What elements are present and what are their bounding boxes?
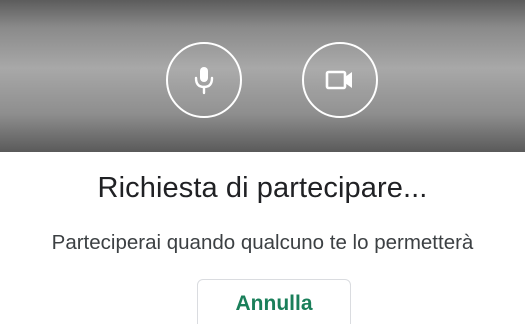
join-status-subtitle: Parteciperai quando qualcuno te lo perme… [51, 231, 474, 254]
video-camera-icon [325, 70, 352, 90]
video-preview [0, 0, 525, 152]
microphone-toggle-button[interactable] [166, 42, 242, 118]
join-status-title: Richiesta di partecipare... [97, 172, 428, 204]
microphone-icon [194, 67, 214, 95]
join-screen: Richiesta di partecipare... Parteciperai… [0, 0, 525, 324]
camera-toggle-button[interactable] [302, 42, 378, 118]
cancel-button[interactable]: Annulla [197, 279, 351, 324]
